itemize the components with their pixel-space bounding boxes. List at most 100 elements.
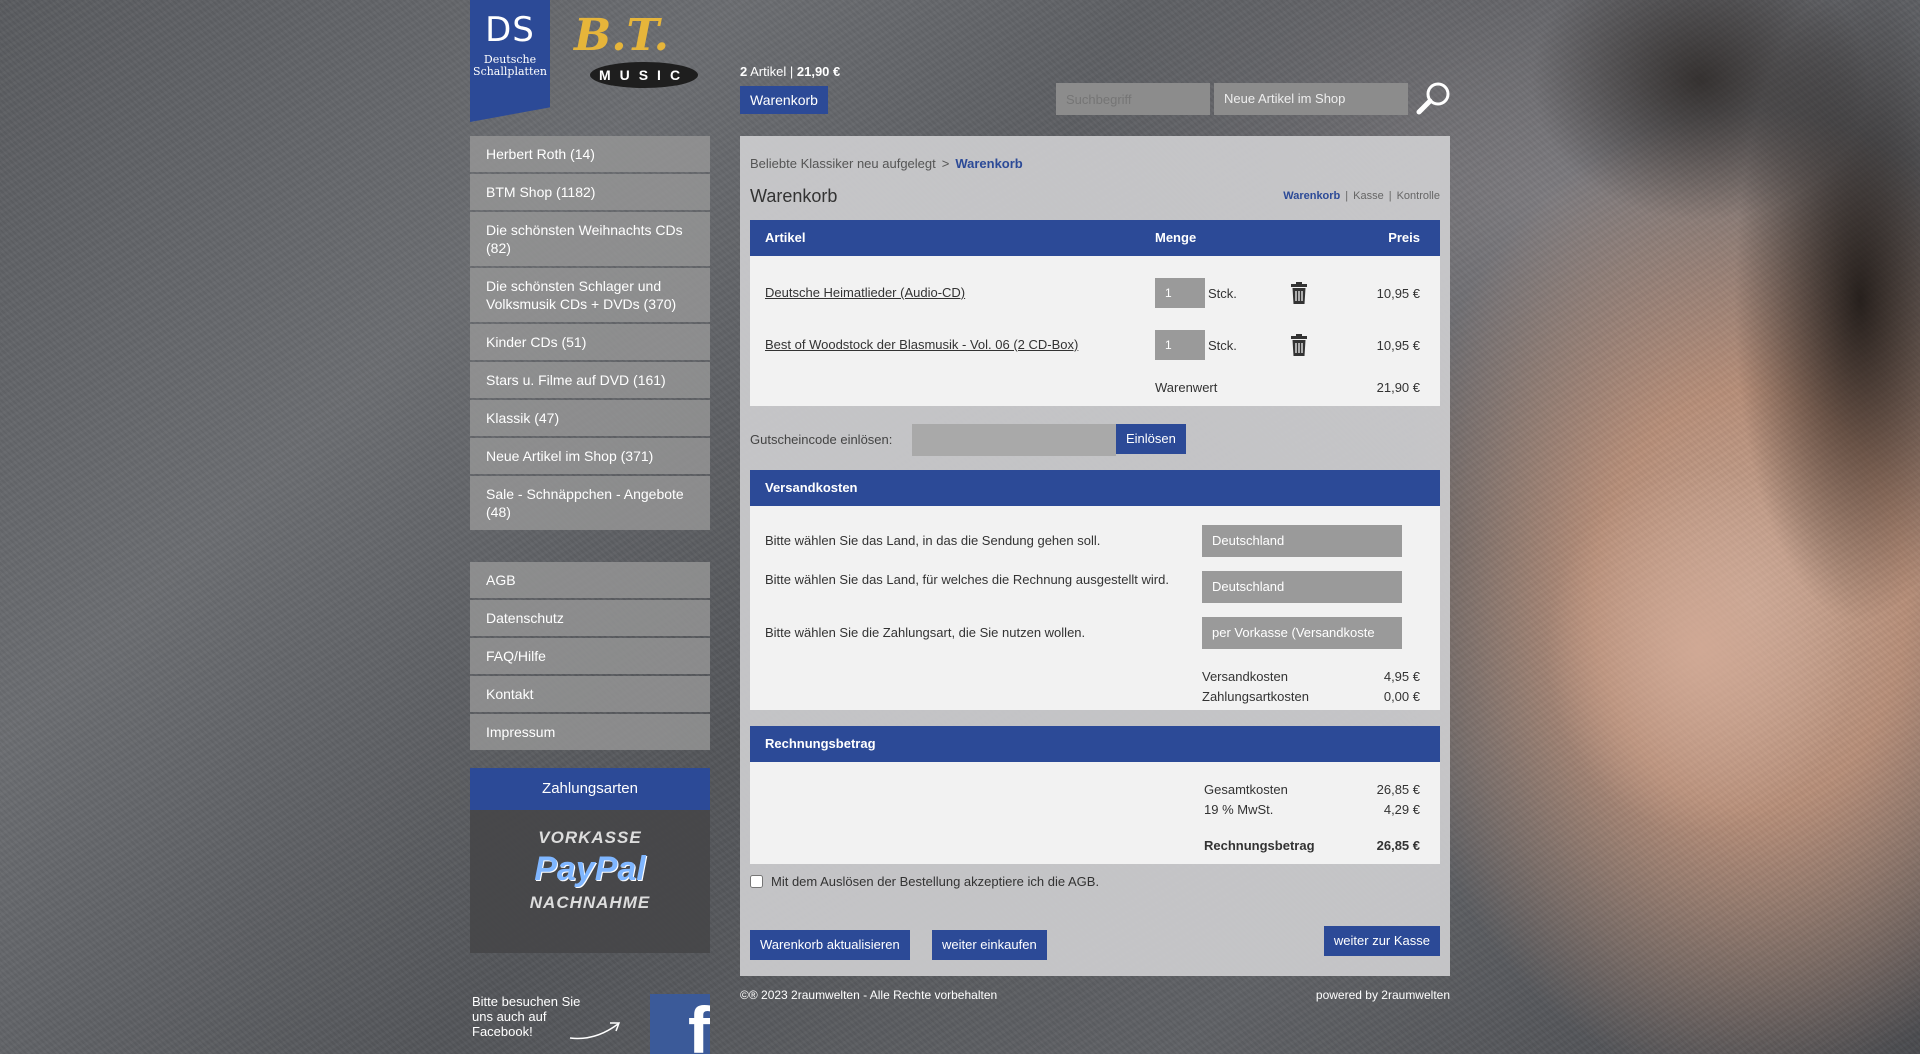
breadcrumb-current: Warenkorb: [955, 156, 1023, 171]
invoice-section: Rechnungsbetrag Gesamtkosten 26,85 € 19 …: [750, 726, 1440, 864]
category-herbert-roth[interactable]: Herbert Roth (14): [470, 136, 710, 172]
warenwert-value: 21,90 €: [1376, 380, 1420, 395]
nachnahme-logo: NACHNAHME: [529, 893, 651, 912]
item-name-link[interactable]: Deutsche Heimatlieder (Audio-CD): [765, 285, 965, 300]
column-preis: Preis: [1388, 230, 1420, 245]
payment-methods-title: Zahlungsarten: [470, 768, 710, 810]
search-input[interactable]: [1056, 83, 1210, 115]
agb-consent[interactable]: Mit dem Auslösen der Bestellung akzeptie…: [750, 874, 1099, 889]
category-btm-shop[interactable]: BTM Shop (1182): [470, 174, 710, 210]
gesamtkosten-label: Gesamtkosten: [1204, 782, 1288, 797]
invoice-title: Rechnungsbetrag: [750, 726, 1440, 762]
invoice-country-select[interactable]: Deutschland: [1202, 571, 1402, 603]
arrow-icon: [569, 1022, 621, 1040]
bt-logo-music: MUSIC: [590, 62, 698, 88]
mwst-row: 19 % MwSt. 4,29 €: [1204, 802, 1420, 817]
link-agb[interactable]: AGB: [470, 562, 710, 598]
delivery-country-select[interactable]: Deutschland: [1202, 525, 1402, 557]
checkout-steps: Warenkorb | Kasse | Kontrolle: [1283, 190, 1440, 202]
zahlungsartkosten-label: Zahlungsartkosten: [1202, 689, 1309, 704]
update-cart-button[interactable]: Warenkorb aktualisieren: [750, 930, 910, 960]
payment-method-label: Bitte wählen Sie die Zahlungsart, die Si…: [765, 625, 1086, 640]
coupon-label: Gutscheincode einlösen:: [750, 432, 893, 447]
category-nav: Herbert Roth (14) BTM Shop (1182) Die sc…: [470, 136, 710, 530]
cart-button[interactable]: Warenkorb: [740, 86, 828, 114]
quantity-input[interactable]: 1: [1155, 330, 1205, 360]
category-weihnachts-cds[interactable]: Die schönsten Weihnachts CDs (82): [470, 212, 710, 266]
paypal-logo-pay: Pay: [534, 850, 595, 888]
link-faq[interactable]: FAQ/Hilfe: [470, 638, 710, 674]
zahlungsartkosten-value: 0,00 €: [1383, 689, 1420, 704]
facebook-logo-letter: f: [688, 994, 710, 1054]
step-warenkorb: Warenkorb: [1283, 190, 1341, 202]
proceed-to-checkout-button[interactable]: weiter zur Kasse: [1323, 926, 1440, 956]
trash-icon[interactable]: [1291, 334, 1307, 359]
cart-summary: 2 Artikel | 21,90 €: [740, 64, 841, 79]
item-price: 10,95 €: [1376, 338, 1420, 353]
zahlungsartkosten-row: Zahlungsartkosten 0,00 €: [1202, 689, 1420, 704]
main-panel: Beliebte Klassiker neu aufgelegt > Warenko…: [740, 136, 1450, 976]
cart-table: Artikel Menge Preis Deutsche Heimatliede…: [750, 220, 1440, 406]
paypal-logo: PayPal: [470, 850, 710, 889]
step-kasse: Kasse: [1353, 190, 1384, 202]
link-impressum[interactable]: Impressum: [470, 714, 710, 750]
breadcrumb: Beliebte Klassiker neu aufgelegt > Warenko…: [750, 156, 1023, 171]
powered-by-link[interactable]: powered by 2raumwelten: [1316, 988, 1450, 1002]
ds-logo[interactable]: DS Deutsche Schallplatten: [470, 0, 550, 122]
warenwert-label: Warenwert: [1155, 380, 1218, 395]
cart-count: 2: [740, 64, 748, 79]
gesamtkosten-row: Gesamtkosten 26,85 €: [1204, 782, 1420, 797]
table-row: Best of Woodstock der Blasmusik - Vol. 0…: [750, 330, 1440, 360]
bt-music-logo[interactable]: B.T. MUSIC: [568, 10, 700, 90]
paypal-logo-pal: Pal: [594, 850, 646, 888]
bt-logo-script: B.T.: [574, 10, 669, 61]
agb-checkbox[interactable]: [750, 875, 763, 888]
ds-logo-sub2: Schallplatten: [473, 65, 547, 78]
category-sale[interactable]: Sale - Schnäppchen - Angebote (48): [470, 476, 710, 530]
item-price: 10,95 €: [1376, 286, 1420, 301]
item-name-link[interactable]: Best of Woodstock der Blasmusik - Vol. 0…: [765, 337, 1078, 352]
facebook-icon[interactable]: f: [650, 994, 710, 1054]
ds-logo-mark: DS: [485, 10, 535, 50]
column-artikel: Artikel: [765, 230, 806, 245]
column-menge: Menge: [1155, 230, 1197, 245]
cart-table-header: Artikel Menge Preis: [750, 220, 1440, 256]
shipping-title: Versandkosten: [750, 470, 1440, 506]
category-kinder-cds[interactable]: Kinder CDs (51): [470, 324, 710, 360]
agb-consent-text: Mit dem Auslösen der Bestellung akzeptie…: [771, 874, 1100, 889]
vorkasse-logo: VORKASSE: [538, 828, 642, 847]
mwst-label: 19 % MwSt.: [1204, 802, 1274, 817]
versandkosten-value: 4,95 €: [1383, 669, 1420, 684]
rechnungsbetrag-value: 26,85 €: [1376, 838, 1420, 853]
breadcrumb-parent[interactable]: Beliebte Klassiker neu aufgelegt: [750, 156, 936, 171]
step-kontrolle: Kontrolle: [1396, 190, 1440, 202]
category-schlager-volksmusik[interactable]: Die schönsten Schlager und Volksmusik CD…: [470, 268, 710, 322]
category-neue-artikel[interactable]: Neue Artikel im Shop (371): [470, 438, 710, 474]
category-klassik[interactable]: Klassik (47): [470, 400, 710, 436]
item-unit: Stck.: [1208, 338, 1237, 353]
versandkosten-row: Versandkosten 4,95 €: [1202, 669, 1420, 684]
payment-methods-box: Zahlungsarten VORKASSE PayPal NACHNAHME: [470, 768, 710, 953]
payment-method-select[interactable]: per Vorkasse (Versandkoste: [1202, 617, 1402, 649]
mwst-value: 4,29 €: [1383, 802, 1420, 817]
item-unit: Stck.: [1208, 286, 1237, 301]
quantity-input[interactable]: 1: [1155, 278, 1205, 308]
trash-icon[interactable]: [1291, 282, 1307, 307]
link-datenschutz[interactable]: Datenschutz: [470, 600, 710, 636]
redeem-coupon-button[interactable]: Einlösen: [1116, 424, 1186, 454]
breadcrumb-separator: >: [941, 156, 950, 171]
category-stars-filme[interactable]: Stars u. Filme auf DVD (161): [470, 362, 710, 398]
link-kontakt[interactable]: Kontakt: [470, 676, 710, 712]
search-category-select[interactable]: Neue Artikel im Shop: [1214, 83, 1408, 115]
coupon-input[interactable]: [912, 424, 1116, 456]
cart-total: 21,90 €: [796, 64, 841, 79]
invoice-country-label: Bitte wählen Sie das Land, für welches d…: [765, 572, 1169, 587]
sidebar: Herbert Roth (14) BTM Shop (1182) Die sc…: [470, 136, 710, 752]
continue-shopping-button[interactable]: weiter einkaufen: [932, 930, 1047, 960]
search-icon[interactable]: [1414, 80, 1454, 116]
rechnungsbetrag-label: Rechnungsbetrag: [1204, 838, 1315, 853]
table-row: Deutsche Heimatlieder (Audio-CD) 1 Stck.…: [750, 278, 1440, 308]
gesamtkosten-value: 26,85 €: [1376, 782, 1420, 797]
background-photo: [1440, 0, 1920, 1054]
cart-count-label: Artikel: [750, 64, 787, 79]
